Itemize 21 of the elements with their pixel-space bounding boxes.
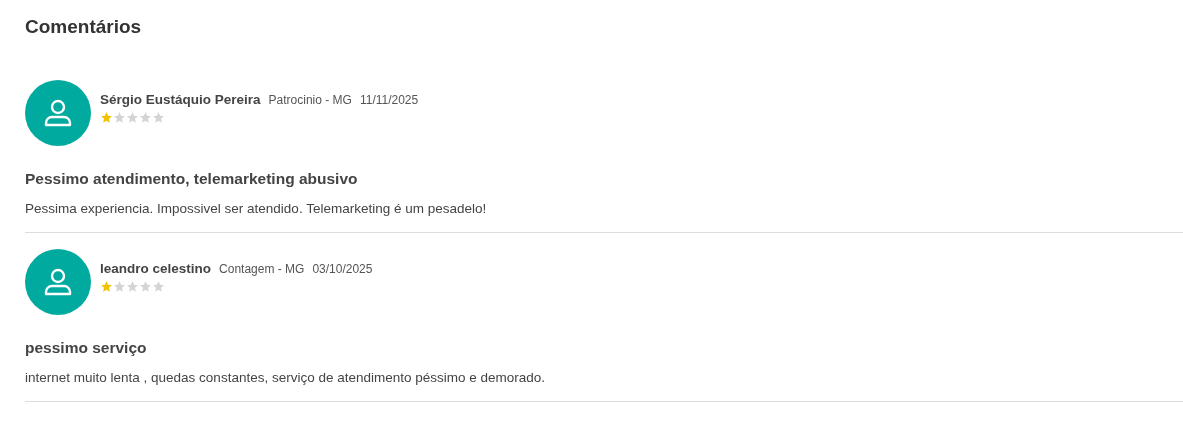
star-icon <box>126 111 139 124</box>
comment-text: internet muito lenta , quedas constantes, serviço de atendimento péssimo e demorado. <box>25 370 547 385</box>
comment-date: 03/10/2025 <box>312 262 373 276</box>
star-icon <box>152 111 165 124</box>
star-icon <box>139 280 152 293</box>
comment-text: Pessima experiencia. Impossivel ser atendido. Telemarketing é um pesadelo! <box>25 201 488 216</box>
star-icon <box>113 111 126 124</box>
star-icon <box>100 280 113 293</box>
author-name: leandro celestino <box>100 261 212 276</box>
comment-title: Pessimo atendimento, telemarketing abusivo <box>25 170 359 188</box>
star-icon <box>126 280 139 293</box>
star-icon <box>152 280 165 293</box>
star-icon <box>139 111 152 124</box>
author-name: Sérgio Eustáquio Pereira <box>100 92 261 107</box>
star-icon <box>113 280 126 293</box>
author-location: Contagem - MG <box>219 262 305 276</box>
star-icon <box>100 111 113 124</box>
comment-date: 11/11/2025 <box>359 93 419 107</box>
section-title: Comentários <box>25 16 143 38</box>
comment-title: pessimo serviço <box>25 339 148 357</box>
author-location: Patrocinio - MG <box>268 93 352 107</box>
